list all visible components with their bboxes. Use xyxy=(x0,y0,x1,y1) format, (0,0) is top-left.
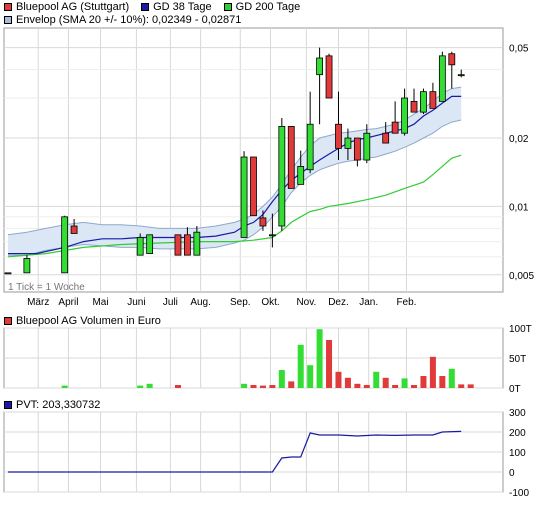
volume-bar xyxy=(269,385,276,388)
price-y-tick-label: 0,05 xyxy=(509,44,529,55)
pvt-panel: -100 0 100 200 300 xyxy=(3,408,529,499)
price-x-tick-label: Mai xyxy=(92,297,108,308)
pvt-y-tick-label: 300 xyxy=(509,408,526,419)
candle-body xyxy=(438,55,446,102)
volume-bar xyxy=(382,377,389,388)
candle-body xyxy=(382,132,390,144)
candle-body xyxy=(4,272,12,275)
tick-note: 1 Tick = 1 Woche xyxy=(8,282,85,293)
price-x-tick-label: Jan. xyxy=(359,297,378,308)
chart-canvas: 0,005 0,01 0,02 0,05 März April Mai Juni Juli Aug… xyxy=(3,27,534,499)
volume-bar xyxy=(146,383,153,388)
volume-bar xyxy=(392,385,399,388)
candle-body xyxy=(184,234,191,256)
price-y-tick-label: 0,005 xyxy=(509,271,534,282)
price-x-tick-label: April xyxy=(58,297,78,308)
volume-bar xyxy=(288,381,295,388)
pvt-y-tick-label: 200 xyxy=(509,428,526,439)
price-y-tick-label: 0,02 xyxy=(509,134,529,145)
volume-panel: 0T 50T 100T xyxy=(3,324,532,395)
volume-bar xyxy=(420,376,427,388)
candle-body xyxy=(193,231,201,256)
volume-bar xyxy=(278,370,285,388)
candle-body xyxy=(278,126,286,227)
volume-bar xyxy=(467,384,474,388)
volume-bar xyxy=(174,385,181,388)
candle-body xyxy=(401,97,408,134)
pvt-y-tick-label: 0 xyxy=(509,468,515,479)
candle-body xyxy=(429,91,437,109)
price-x-tick-label: März xyxy=(27,297,49,308)
candle-body xyxy=(240,156,248,238)
candle-body xyxy=(410,100,418,113)
price-panel: 0,005 0,01 0,02 0,05 März April Mai Juni Juli Aug… xyxy=(3,27,534,308)
candle-body xyxy=(61,216,69,274)
candle-body xyxy=(136,237,144,256)
volume-bar xyxy=(411,385,418,388)
volume-y-tick-label: 0T xyxy=(509,384,521,395)
candle-body xyxy=(316,57,323,76)
volume-y-tick-label: 50T xyxy=(509,354,526,365)
candle-body xyxy=(297,166,305,185)
volume-y-tick-label: 100T xyxy=(509,324,532,335)
candle-body xyxy=(146,234,154,254)
candle-body xyxy=(335,123,342,149)
candle-body xyxy=(250,156,257,217)
price-x-tick-label: Juni xyxy=(127,297,145,308)
candle-body xyxy=(325,55,333,99)
candle-body xyxy=(391,121,399,134)
volume-bar xyxy=(137,385,144,388)
candle-body xyxy=(70,225,78,234)
volume-bar xyxy=(61,385,68,388)
volume-bar xyxy=(250,385,257,388)
price-x-tick-label: Juli xyxy=(163,297,178,308)
volume-bar xyxy=(401,378,408,388)
price-x-tick-label: Sep. xyxy=(230,297,251,308)
price-y-tick-label: 0,01 xyxy=(509,202,529,213)
candle-body xyxy=(306,123,314,171)
price-x-tick-label: Nov. xyxy=(296,297,316,308)
price-x-tick-label: Aug. xyxy=(190,297,211,308)
candle-body xyxy=(259,217,267,227)
candle-body xyxy=(420,91,427,113)
pvt-y-tick-label: -100 xyxy=(509,488,529,499)
volume-bar xyxy=(373,371,380,388)
candle-body xyxy=(287,126,295,189)
volume-bar xyxy=(429,356,436,388)
candle-body xyxy=(23,258,31,274)
candle-body xyxy=(353,137,361,161)
volume-bar xyxy=(335,371,342,388)
candle-body xyxy=(457,74,465,77)
volume-bar xyxy=(307,365,314,388)
volume-bar xyxy=(354,383,361,388)
price-x-tick-label: Feb. xyxy=(396,297,416,308)
volume-bar xyxy=(316,329,323,388)
volume-bar xyxy=(439,376,446,388)
pvt-y-tick-label: 100 xyxy=(509,448,526,459)
price-x-tick-label: Okt. xyxy=(261,297,279,308)
volume-bar xyxy=(297,344,304,388)
volume-bar xyxy=(448,368,455,388)
candle-body xyxy=(344,137,352,149)
candle-body xyxy=(174,234,182,256)
volume-bar xyxy=(458,384,465,388)
candle-body xyxy=(448,53,456,66)
volume-bar xyxy=(241,383,248,388)
volume-bar xyxy=(259,385,266,388)
price-x-tick-label: Dez. xyxy=(328,297,349,308)
volume-bar xyxy=(326,340,333,388)
volume-bar xyxy=(344,377,351,388)
candle-body xyxy=(268,234,276,237)
volume-bar xyxy=(363,385,370,388)
candle-body xyxy=(363,132,371,161)
